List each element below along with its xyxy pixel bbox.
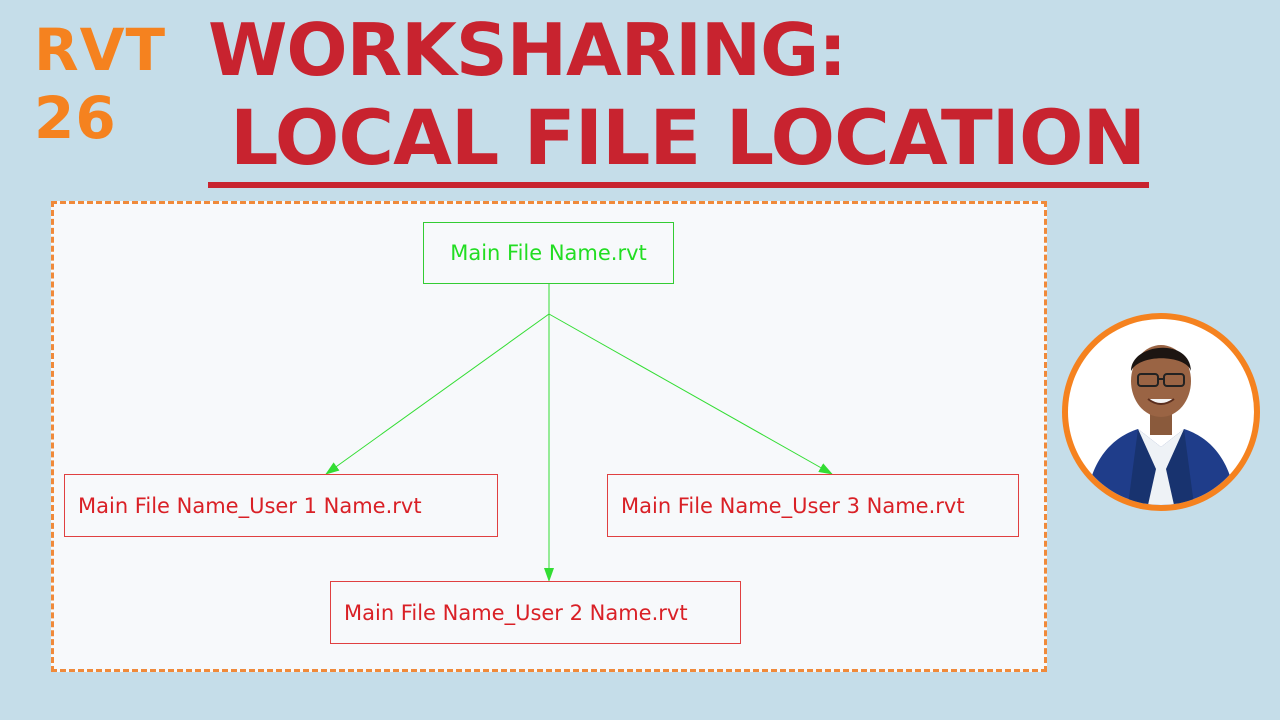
diagram-panel: Main File Name.rvt Main File Name_User 1… [51, 201, 1047, 672]
title-line-2: LOCAL FILE LOCATION [208, 94, 1150, 188]
user-3-file-node: Main File Name_User 3 Name.rvt [607, 474, 1019, 537]
badge-line-1: RVT [34, 16, 167, 84]
connector-user-3 [548, 313, 833, 475]
user-1-file-node: Main File Name_User 1 Name.rvt [64, 474, 498, 537]
presenter-avatar [1062, 313, 1260, 511]
connector-user-1 [325, 313, 550, 475]
badge-line-2: 26 [34, 84, 117, 152]
presenter-photo-icon [1068, 319, 1254, 505]
series-badge: RVT 26 [34, 16, 166, 152]
user-2-file-node: Main File Name_User 2 Name.rvt [330, 581, 741, 644]
page-title: WORKSHARING: LOCAL FILE LOCATION [208, 6, 1218, 188]
main-file-node: Main File Name.rvt [423, 222, 674, 284]
title-line-1: WORKSHARING: [208, 8, 847, 92]
